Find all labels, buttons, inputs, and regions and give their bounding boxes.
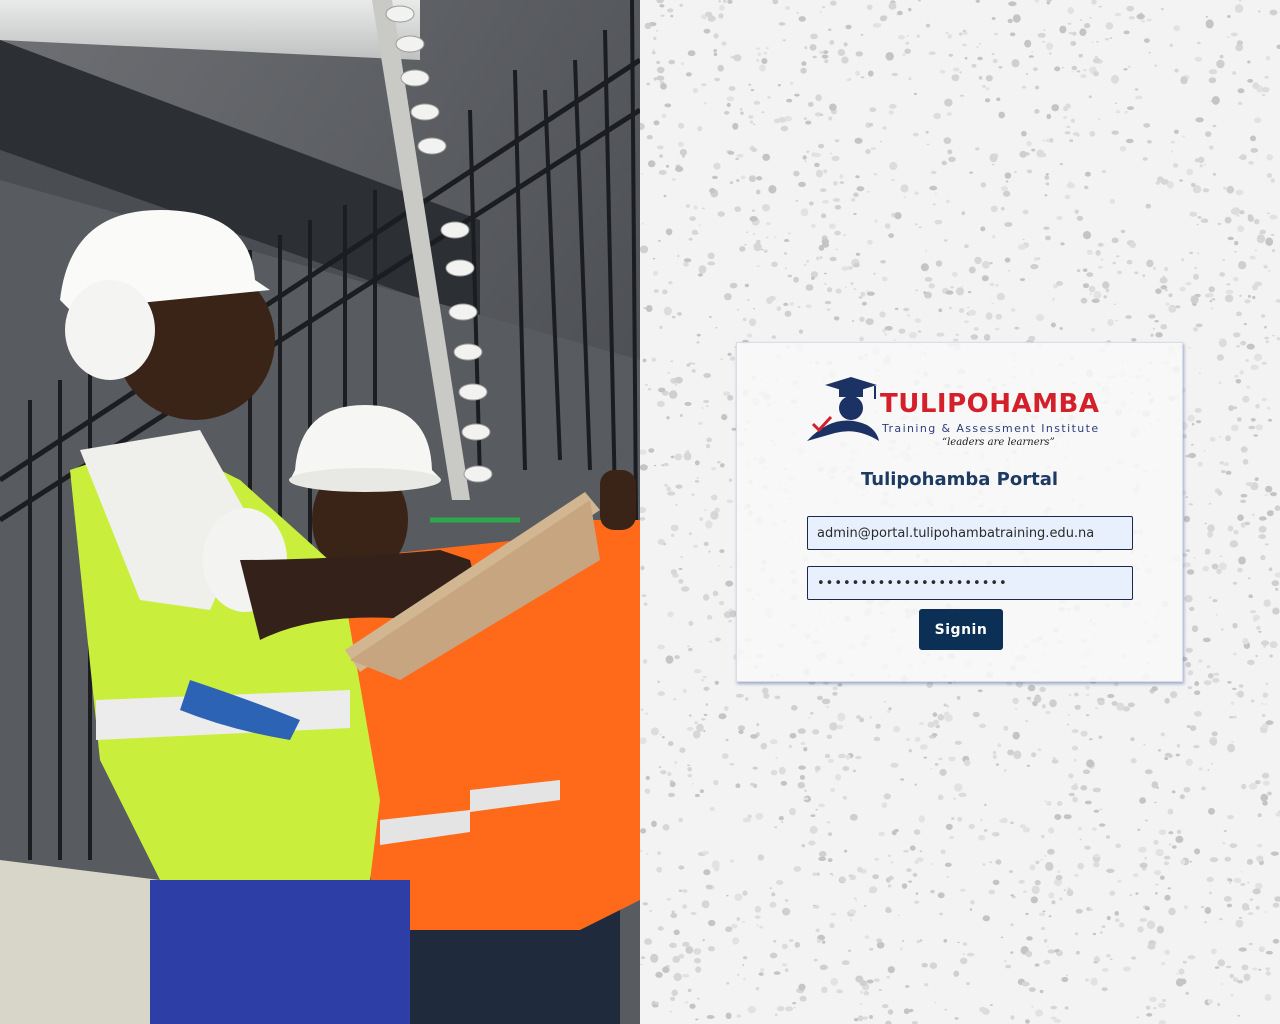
graduate-cap-icon bbox=[807, 377, 879, 441]
login-page: TULIPOHAMBA Training & Assessment Instit… bbox=[0, 0, 1280, 1024]
logo-motto: “leaders are learners” bbox=[942, 437, 1055, 448]
login-panel: TULIPOHAMBA Training & Assessment Instit… bbox=[640, 0, 1280, 1024]
logo-name: TULIPOHAMBA bbox=[880, 389, 1100, 419]
email-field[interactable] bbox=[807, 516, 1133, 550]
password-field[interactable] bbox=[807, 566, 1133, 600]
construction-workers-photo bbox=[0, 0, 640, 1024]
signin-button[interactable]: Signin bbox=[919, 609, 1003, 650]
institute-logo: TULIPOHAMBA Training & Assessment Instit… bbox=[805, 375, 1117, 455]
logo-subtitle: Training & Assessment Institute bbox=[882, 422, 1100, 435]
login-card: TULIPOHAMBA Training & Assessment Instit… bbox=[736, 342, 1183, 682]
portal-title: Tulipohamba Portal bbox=[860, 469, 1059, 490]
